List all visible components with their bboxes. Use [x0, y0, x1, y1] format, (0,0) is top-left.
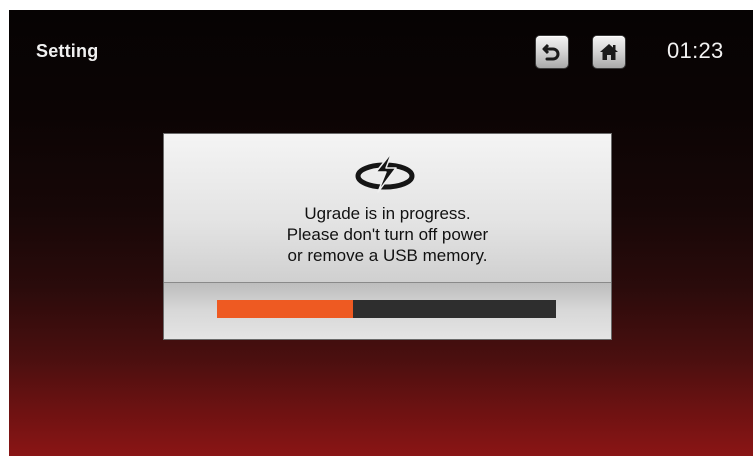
home-button[interactable]	[593, 36, 625, 68]
message-line-1: Ugrade is in progress.	[304, 204, 471, 223]
home-icon	[600, 44, 618, 60]
message-line-2: Please don't turn off power	[286, 225, 489, 244]
dialog-progress-area	[164, 283, 611, 339]
page-title: Setting	[36, 41, 99, 61]
back-button[interactable]	[536, 36, 568, 68]
update-sync-icon	[355, 151, 415, 193]
progress-bar	[217, 300, 556, 318]
progress-bar-fill	[217, 300, 353, 318]
message-line-3: or remove a USB memory.	[287, 246, 488, 265]
upgrade-dialog: Ugrade is in progress. Please don't turn…	[164, 134, 611, 339]
clock: 01:23	[667, 38, 724, 63]
dialog-message-area: Ugrade is in progress. Please don't turn…	[164, 134, 611, 283]
back-arrow-icon	[542, 43, 560, 61]
screen: Setting 01:23 Ugrade is in progress. Ple…	[9, 10, 753, 456]
